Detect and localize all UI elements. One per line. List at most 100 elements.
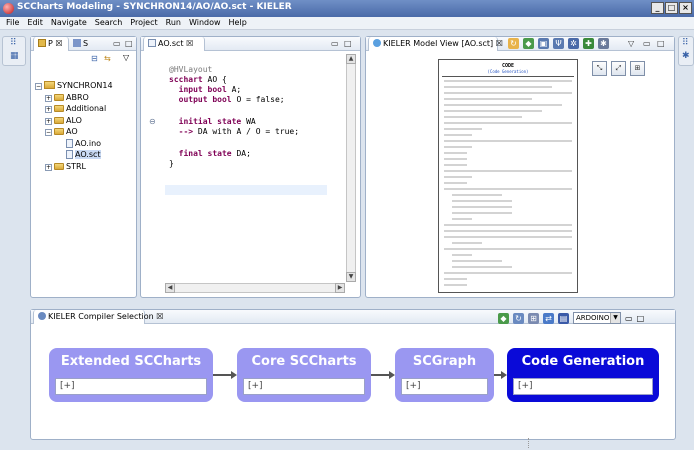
tree-row-project[interactable]: − SYNCHRON14 <box>35 81 132 93</box>
folder-icon <box>54 116 64 124</box>
tab-model-view[interactable]: KIELER Model View [AO.sct] ☒ <box>368 37 503 51</box>
minimize-button[interactable]: _ <box>651 2 664 14</box>
refresh-icon[interactable]: ↻ <box>513 312 524 324</box>
code-line: initial state WA <box>169 117 256 126</box>
tab-ao-sct[interactable]: AO.sct ☒ <box>143 37 205 51</box>
maximize-icon[interactable]: □ <box>344 39 352 48</box>
window-controls: _ □ × <box>651 2 692 14</box>
zoom-controls: ⤡ ⤢ ⊞ <box>592 61 645 76</box>
window-titlebar: SCCharts Modeling - SYNCHRON14/AO/AO.sct… <box>0 0 694 17</box>
options-icon[interactable]: ✱ <box>598 38 609 49</box>
scroll-up-icon[interactable]: ▲ <box>346 54 356 64</box>
vertical-scrollbar[interactable]: ▲ ▼ <box>346 54 356 282</box>
model-view-tabbar: KIELER Model View [AO.sct] ☒ ↻ ◆ ▣ Ψ ✲ ✚… <box>366 37 674 51</box>
table-icon[interactable]: ▦ <box>10 51 19 61</box>
settings-icon[interactable]: ▤ <box>558 312 569 324</box>
code-area[interactable]: @HVLayout scchart AO { input bool A; out… <box>145 53 325 281</box>
tab-compiler-selection[interactable]: KIELER Compiler Selection ☒ <box>33 310 163 324</box>
stage-options[interactable]: [+] <box>243 378 365 395</box>
minimize-icon[interactable]: ▭ <box>331 39 339 48</box>
scroll-down-icon[interactable]: ▼ <box>346 272 356 282</box>
menu-window[interactable]: Window <box>185 17 225 29</box>
zoom-original-icon[interactable]: ⤢ <box>611 61 626 76</box>
expand-icon[interactable]: + <box>45 117 52 125</box>
code-line: input bool A; <box>169 85 242 94</box>
tree-row-folder[interactable]: − AO <box>35 127 132 139</box>
project-explorer-pane: P ☒ S ▭ □ ⊟ ⇆ ▽ − SYNCHRON14 + ABRO + Addit… <box>30 36 137 298</box>
minimize-icon[interactable]: ▭ <box>113 39 121 48</box>
menu-run[interactable]: Run <box>162 17 185 29</box>
file-icon <box>66 138 73 148</box>
expand-all-icon[interactable]: ⊞ <box>528 312 539 324</box>
editor-pane: AO.sct ☒ ▭ □ @HVLayout scchart AO { inpu… <box>140 36 361 298</box>
view-menu-icon[interactable]: ▽ <box>123 53 129 62</box>
menu-file[interactable]: File <box>2 17 23 29</box>
stage-options[interactable]: [+] <box>55 378 207 395</box>
zoom-fit-icon[interactable]: ⤡ <box>592 61 607 76</box>
expand-icon[interactable]: + <box>45 163 52 171</box>
stage-options[interactable]: [+] <box>513 378 653 395</box>
code-line: } <box>169 159 174 168</box>
minimize-icon[interactable]: ▭ <box>625 314 633 323</box>
zoom-to-size-icon[interactable]: ⊞ <box>630 61 645 76</box>
stage-scgraph[interactable]: SCGraph [+] <box>395 348 494 402</box>
compile-icon[interactable]: ◆ <box>498 312 509 324</box>
stage-core-scccharts[interactable]: Core SCCharts [+] <box>237 348 371 402</box>
view-menu-icon[interactable]: ▽ <box>628 39 634 48</box>
stage-extended-scccharts[interactable]: Extended SCCharts [+] <box>49 348 213 402</box>
collapse-icon[interactable]: − <box>45 129 52 136</box>
settings-icon[interactable]: ✲ <box>568 38 579 49</box>
gear-icon[interactable]: ✱ <box>682 51 690 61</box>
tree-row-file[interactable]: AO.ino <box>35 138 132 151</box>
model-view-toolbar: ↻ ◆ ▣ Ψ ✲ ✚ ✱ <box>508 38 609 49</box>
link-editor-icon[interactable]: ⇆ <box>104 54 111 63</box>
close-button[interactable]: × <box>679 2 692 14</box>
stage-options[interactable]: [+] <box>401 378 488 395</box>
layout-icon[interactable]: ◆ <box>523 38 534 49</box>
refresh-icon[interactable]: ↻ <box>508 38 519 49</box>
menu-search[interactable]: Search <box>91 17 126 29</box>
chevron-down-icon[interactable]: ▼ <box>610 313 620 323</box>
collapse-icon[interactable]: − <box>35 83 42 90</box>
horizontal-scrollbar[interactable]: ◀ ▶ <box>165 283 345 293</box>
menu-navigate[interactable]: Navigate <box>47 17 91 29</box>
left-perspective-dock: ⠿ ▦ <box>2 36 26 66</box>
menu-edit[interactable]: Edit <box>23 17 47 29</box>
menu-help[interactable]: Help <box>225 17 251 29</box>
generated-code-diagram[interactable]: CODE (Code Generation) <box>438 59 578 293</box>
minimize-icon[interactable]: ▭ <box>643 39 651 48</box>
pipeline-arrow <box>494 371 507 379</box>
maximize-icon[interactable]: □ <box>657 39 665 48</box>
maximize-button[interactable]: □ <box>665 2 678 14</box>
maximize-icon[interactable]: □ <box>637 314 645 323</box>
menu-bar: File Edit Navigate Search Project Run Wi… <box>0 17 694 30</box>
perspective-icon[interactable]: ⠿ <box>682 38 689 48</box>
fold-toggle-icon[interactable]: ⊖ <box>149 117 156 126</box>
tree-row-folder[interactable]: + STRL <box>35 162 132 174</box>
filter-icon[interactable]: Ψ <box>553 38 564 49</box>
tree-row-file-selected[interactable]: AO.sct <box>35 150 132 162</box>
editor-tabbar: AO.sct ☒ ▭ □ <box>141 37 360 51</box>
transform-icon[interactable]: ⇄ <box>543 312 554 324</box>
tab-second-view[interactable]: S <box>73 39 88 48</box>
maximize-icon[interactable]: □ <box>125 39 133 48</box>
tree-row-folder[interactable]: + ABRO <box>35 93 132 105</box>
scroll-left-icon[interactable]: ◀ <box>165 283 175 293</box>
tab-project-explorer[interactable]: P ☒ <box>33 37 69 51</box>
expand-icon[interactable]: + <box>45 106 52 113</box>
code-line: scchart AO { <box>169 75 227 84</box>
save-icon[interactable]: ▣ <box>538 38 549 49</box>
target-select[interactable]: ARDOINO ▼ <box>573 312 621 324</box>
expand-icon[interactable]: + <box>45 94 52 102</box>
tree-row-folder[interactable]: + Additional <box>35 104 132 116</box>
scroll-right-icon[interactable]: ▶ <box>335 283 345 293</box>
code-lines-graphic <box>444 80 572 286</box>
tree-row-folder[interactable]: + ALO <box>35 116 132 128</box>
collapse-all-icon[interactable]: ⊟ <box>91 54 98 63</box>
pin-icon[interactable]: ✚ <box>583 38 594 49</box>
menu-project[interactable]: Project <box>126 17 161 29</box>
project-icon <box>44 81 55 89</box>
model-view-pane: KIELER Model View [AO.sct] ☒ ↻ ◆ ▣ Ψ ✲ ✚… <box>365 36 675 298</box>
stage-code-generation[interactable]: Code Generation [+] <box>507 348 659 402</box>
perspective-icon[interactable]: ⠿ <box>10 38 17 48</box>
